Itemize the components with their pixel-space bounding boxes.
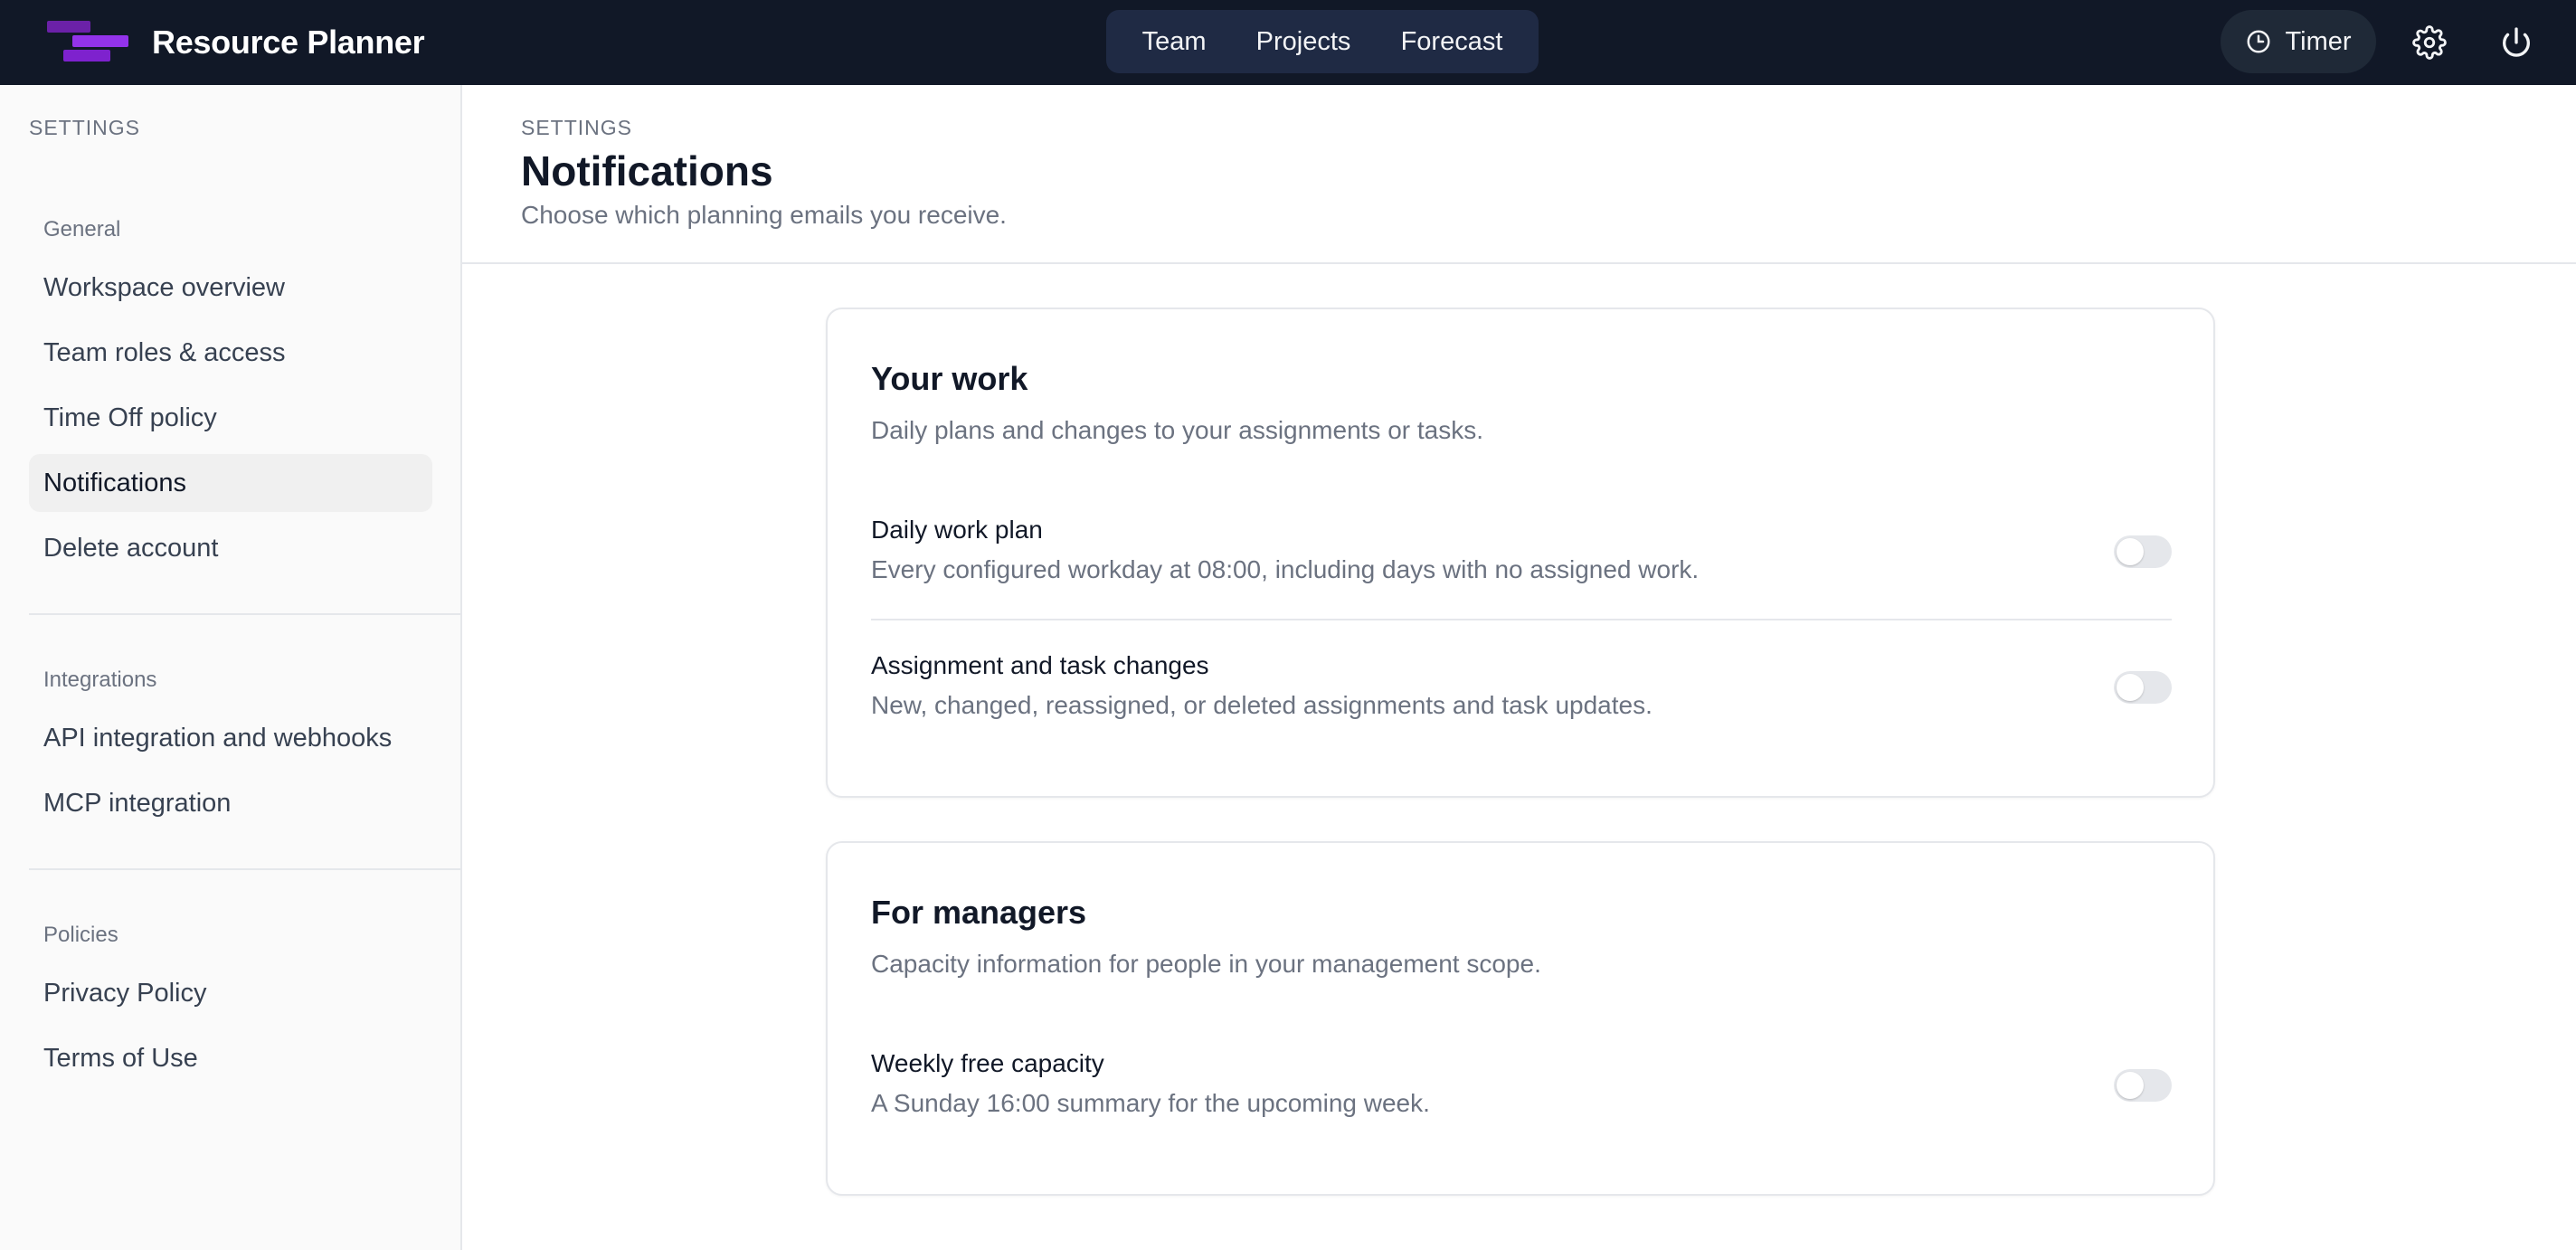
section-description: Capacity information for people in your …	[871, 950, 1541, 978]
power-icon	[2503, 27, 2530, 57]
setting-row-weekly-free-capacity: Weekly free capacity A Sunday 16:00 summ…	[871, 1049, 2172, 1136]
top-bar: Resource Planner Team Projects Forecast …	[0, 0, 2576, 85]
assignment-changes-toggle[interactable]	[2114, 671, 2172, 704]
sidebar-item-mcp-integration[interactable]: MCP integration	[29, 774, 432, 832]
row-divider	[871, 619, 2172, 620]
sidebar-item-workspace-overview[interactable]: Workspace overview	[29, 259, 432, 317]
setting-description: Every configured workday at 08:00, inclu…	[871, 555, 1700, 583]
sidebar-item-time-off-policy[interactable]: Time Off policy	[29, 389, 432, 447]
brand[interactable]: Resource Planner	[45, 16, 425, 69]
setting-row-assignment-changes: Assignment and task changes New, changed…	[871, 651, 2172, 738]
setting-title: Weekly free capacity	[871, 1049, 1104, 1077]
page-header: SETTINGS Notifications Choose which plan…	[462, 85, 2576, 264]
page-subtitle: Choose which planning emails you receive…	[521, 201, 1007, 229]
group-title-general: General	[43, 217, 121, 241]
weekly-free-capacity-toggle[interactable]	[2114, 1069, 2172, 1102]
nav-forecast[interactable]: Forecast	[1385, 18, 1520, 66]
clock-icon	[2247, 30, 2270, 53]
section-title: For managers	[871, 894, 1087, 931]
setting-row-daily-work-plan: Daily work plan Every configured workday…	[871, 516, 2172, 602]
page-title: Notifications	[521, 147, 773, 194]
daily-work-plan-toggle[interactable]	[2114, 535, 2172, 568]
section-card-your-work: Your work Daily plans and changes to you…	[826, 308, 2215, 798]
group-title-integrations: Integrations	[43, 668, 157, 692]
setting-title: Assignment and task changes	[871, 651, 1209, 679]
group-title-policies: Policies	[43, 923, 118, 947]
sidebar-divider	[29, 613, 461, 615]
main-nav: Team Projects Forecast	[1106, 10, 1539, 73]
sidebar-item-notifications[interactable]: Notifications	[29, 454, 432, 512]
sidebar-heading: SETTINGS	[29, 116, 141, 139]
section-title: Your work	[871, 360, 1028, 397]
section-description: Daily plans and changes to your assignme…	[871, 416, 1484, 444]
settings-button[interactable]	[2410, 23, 2449, 62]
setting-description: A Sunday 16:00 summary for the upcoming …	[871, 1089, 1430, 1117]
gear-icon	[2412, 25, 2447, 60]
app-name: Resource Planner	[152, 24, 425, 61]
logo-icon	[45, 19, 132, 66]
settings-sidebar: SETTINGS General Workspace overview Team…	[0, 85, 462, 1250]
setting-description: New, changed, reassigned, or deleted ass…	[871, 691, 1653, 719]
sidebar-item-terms-of-use[interactable]: Terms of Use	[29, 1029, 432, 1087]
setting-title: Daily work plan	[871, 516, 1043, 544]
breadcrumb: SETTINGS	[521, 116, 633, 139]
timer-button[interactable]: Timer	[2221, 10, 2376, 73]
sidebar-item-team-roles[interactable]: Team roles & access	[29, 324, 432, 382]
sidebar-item-delete-account[interactable]: Delete account	[29, 519, 432, 577]
timer-label: Timer	[2285, 26, 2352, 56]
nav-team[interactable]: Team	[1126, 18, 1223, 66]
sidebar-divider	[29, 868, 461, 870]
section-card-for-managers: For managers Capacity information for pe…	[826, 841, 2215, 1196]
nav-projects[interactable]: Projects	[1240, 18, 1368, 66]
logout-button[interactable]	[2496, 23, 2536, 62]
sidebar-item-api-integration[interactable]: API integration and webhooks	[29, 709, 432, 767]
sidebar-item-privacy-policy[interactable]: Privacy Policy	[29, 964, 432, 1022]
